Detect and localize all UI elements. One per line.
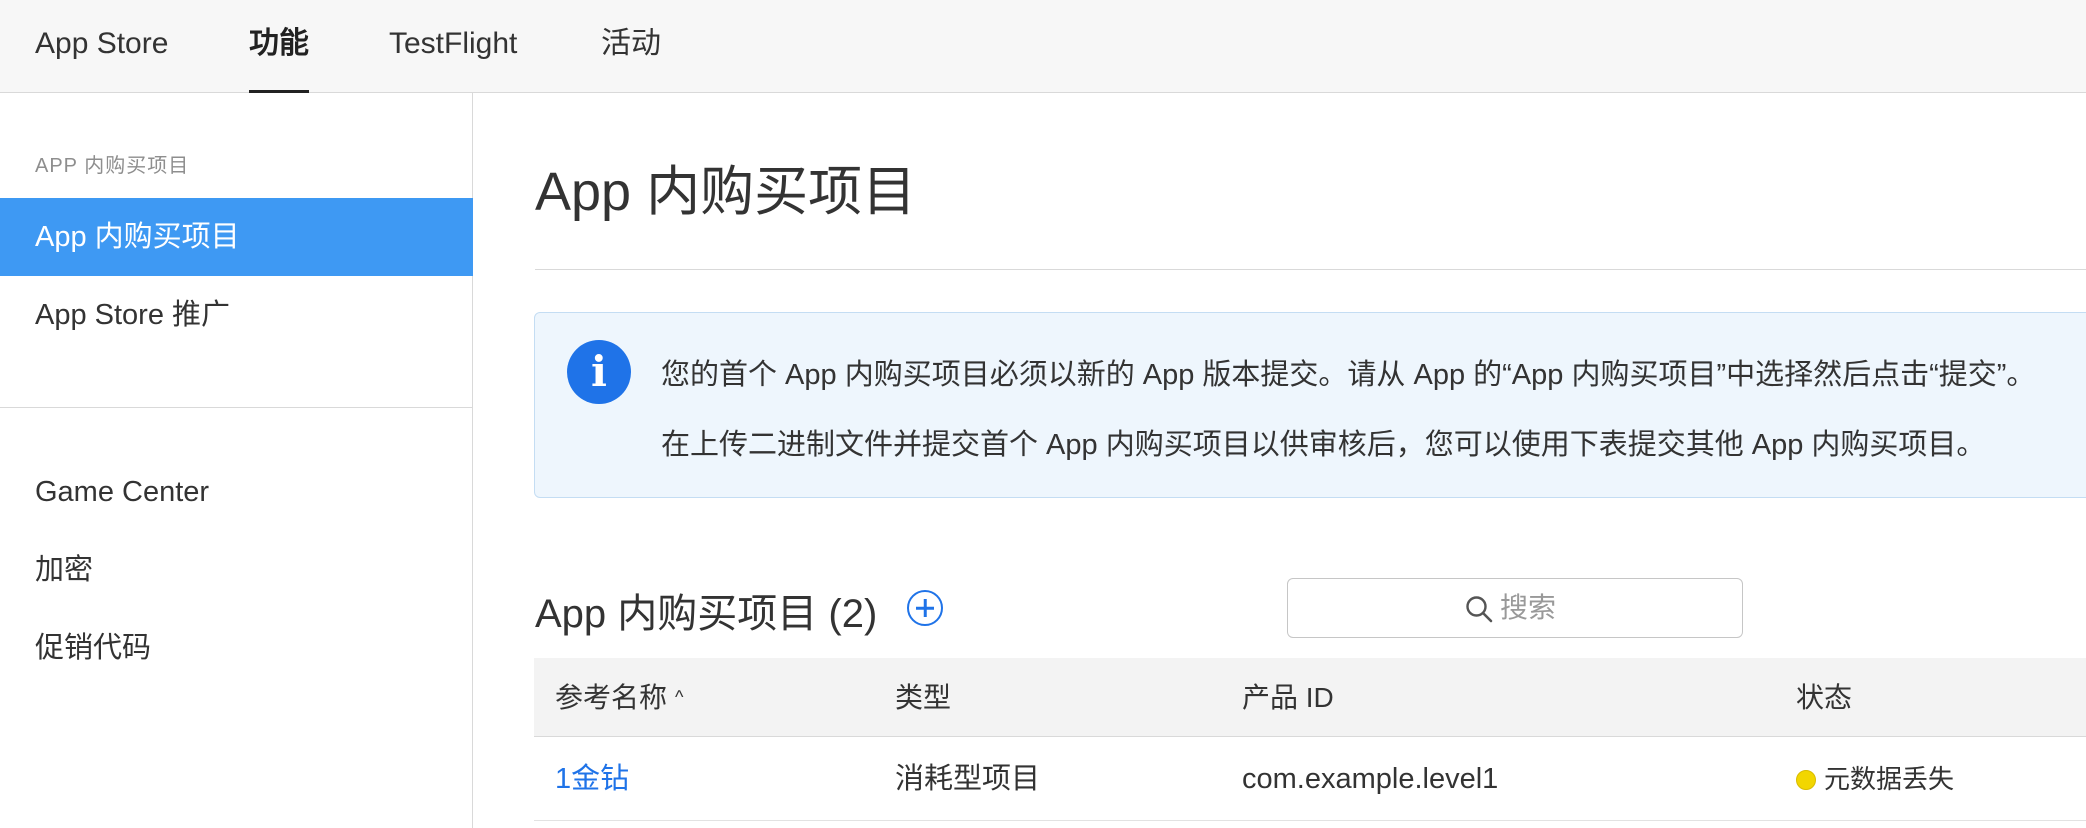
- add-in-app-purchase-button[interactable]: [907, 590, 943, 626]
- column-header-status[interactable]: 状态: [1796, 658, 1852, 737]
- search-box[interactable]: [1287, 578, 1743, 638]
- main-content: App 内购买项目 i 您的首个 App 内购买项目必须以新的 App 版本提交…: [474, 93, 2086, 828]
- iap-product-id: com.example.level1: [1242, 763, 1499, 795]
- table-header: 参考名称 ^ 类型 产品 ID 状态: [534, 658, 2086, 737]
- sidebar-section-title: APP 内购买项目: [35, 155, 190, 177]
- iap-table: 参考名称 ^ 类型 产品 ID 状态 1金钻 消耗型项目 com.example.…: [534, 658, 2086, 821]
- tab-features[interactable]: 功能: [249, 0, 309, 93]
- iap-type: 消耗型项目: [895, 763, 1041, 795]
- column-header-type[interactable]: 类型: [895, 658, 951, 737]
- tab-app-store[interactable]: App Store: [35, 0, 168, 93]
- sidebar-item-promo-codes[interactable]: 促销代码: [0, 609, 473, 687]
- tab-testflight[interactable]: TestFlight: [389, 0, 517, 93]
- top-nav: App Store 功能 TestFlight 活动: [0, 0, 2086, 93]
- sort-ascending-icon: ^: [675, 687, 684, 707]
- column-header-label: 参考名称: [555, 682, 668, 713]
- status-text: 元数据丢失: [1824, 764, 1955, 794]
- info-notice: i 您的首个 App 内购买项目必须以新的 App 版本提交。请从 App 的“…: [534, 312, 2086, 498]
- tab-activity[interactable]: 活动: [601, 0, 661, 93]
- section-heading: App 内购买项目 (2): [535, 592, 878, 636]
- search-input[interactable]: [1500, 587, 1730, 629]
- search-icon: [1466, 596, 1493, 623]
- info-icon: i: [567, 340, 631, 404]
- iap-status: 元数据丢失: [1796, 737, 1954, 821]
- status-dot-icon: [1796, 770, 1816, 790]
- sidebar-item-app-store-promotion[interactable]: App Store 推广: [0, 276, 473, 354]
- notice-line-1: 您的首个 App 内购买项目必须以新的 App 版本提交。请从 App 的“Ap…: [661, 359, 2036, 391]
- sidebar-item-in-app-purchases[interactable]: App 内购买项目: [0, 198, 473, 276]
- sidebar-divider: [0, 407, 473, 408]
- sidebar-item-game-center[interactable]: Game Center: [0, 453, 473, 531]
- sidebar-item-encryption[interactable]: 加密: [0, 531, 473, 609]
- sidebar: APP 内购买项目 App 内购买项目 App Store 推广 Game Ce…: [0, 93, 473, 828]
- iap-name-link[interactable]: 1金钻: [555, 737, 629, 821]
- table-row: 1金钻 消耗型项目 com.example.level1 元数据丢失: [534, 737, 2086, 821]
- page-title: App 内购买项目: [535, 162, 917, 222]
- column-header-product-id[interactable]: 产品 ID: [1242, 658, 1334, 737]
- notice-line-2: 在上传二进制文件并提交首个 App 内购买项目以供审核后，您可以使用下表提交其他…: [661, 429, 1986, 461]
- column-header-reference-name[interactable]: 参考名称 ^: [555, 658, 683, 737]
- title-divider: [535, 269, 2086, 270]
